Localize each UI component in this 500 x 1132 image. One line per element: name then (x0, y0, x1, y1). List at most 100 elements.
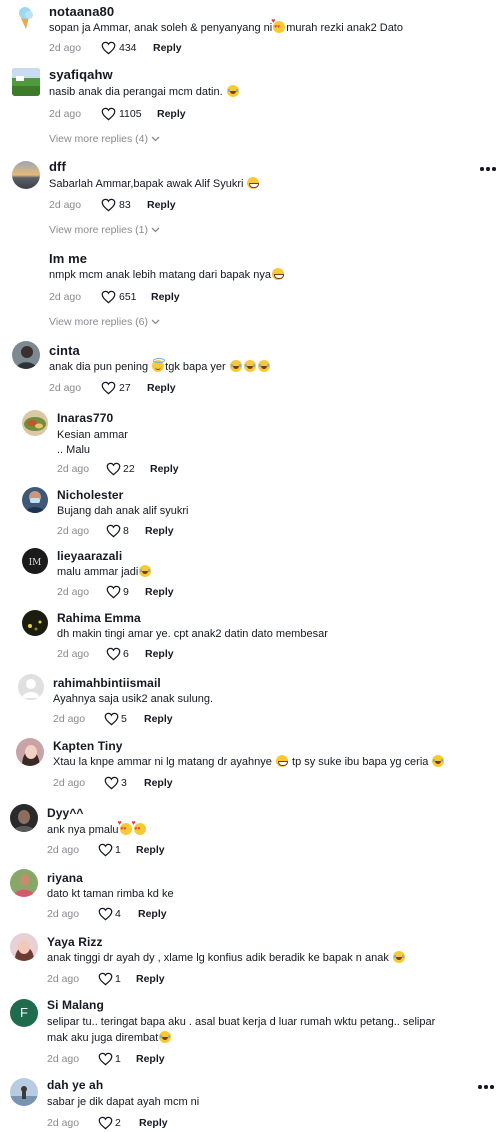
comment-text: dh makin tingi amar ye. cpt anak2 datin … (57, 628, 328, 640)
reply-button[interactable]: Reply (147, 381, 176, 395)
like-count: 1 (115, 844, 121, 856)
comment-username[interactable]: Yaya Rizz (47, 935, 103, 949)
heart-icon[interactable] (101, 381, 116, 395)
comment-username[interactable]: Inaras770 (57, 411, 113, 425)
comment-username[interactable]: riyana (47, 871, 83, 885)
like-count: 2 (115, 1117, 121, 1129)
comment-text: Xtau la knpe ammar ni lg matang dr ayahn… (53, 754, 445, 771)
reply-item: Yaya Rizz anak tinggi dr ayah dy , xlame… (0, 930, 500, 990)
comment-username[interactable]: cinta (49, 343, 80, 358)
reply-item: IM lieyaarazali malu ammar jadi 2d ago 9… (0, 545, 500, 603)
reply-item: riyana dato kt taman rimba kd ke 2d ago … (0, 866, 500, 926)
avatar[interactable] (22, 410, 48, 436)
comment-username[interactable]: lieyaarazali (57, 549, 122, 563)
like-count: 8 (123, 525, 129, 537)
comment-time: 2d ago (47, 908, 80, 920)
heart-icon[interactable] (106, 462, 121, 476)
reply-button[interactable]: Reply (136, 972, 165, 986)
avatar[interactable] (10, 933, 38, 961)
heart-icon[interactable] (101, 198, 116, 212)
comment-username[interactable]: syafiqahw (49, 67, 113, 82)
comment-username[interactable]: Kapten Tiny (53, 739, 123, 753)
comment-username[interactable]: Si Malang (47, 998, 104, 1012)
avatar[interactable] (22, 610, 48, 636)
like-count: 1105 (119, 108, 142, 120)
reply-button[interactable]: Reply (157, 107, 186, 121)
avatar[interactable] (10, 869, 38, 897)
reply-item: Rahima Emma dh makin tingi amar ye. cpt … (0, 607, 500, 665)
reply-button[interactable]: Reply (145, 647, 174, 661)
face-with-tears-of-joy-icon (243, 360, 256, 372)
comment-item: Im me nmpk mcm anak lebih matang dari ba… (0, 246, 500, 336)
heart-icon[interactable] (98, 843, 113, 857)
avatar[interactable] (12, 341, 40, 369)
comment-username[interactable]: dff (49, 159, 66, 174)
comment-text: nmpk mcm anak lebih matang dari bapak ny… (49, 267, 285, 284)
smiling-face-with-hearts-icon (132, 820, 146, 835)
comment-username[interactable]: Nicholester (57, 488, 123, 502)
heart-icon[interactable] (98, 1116, 113, 1130)
heart-icon[interactable] (104, 776, 119, 790)
reply-button[interactable]: Reply (153, 41, 182, 55)
view-more-replies[interactable]: View more replies (4) (49, 133, 160, 145)
avatar[interactable] (12, 4, 40, 32)
comment-username[interactable]: notaana80 (49, 4, 114, 19)
comment-time: 2d ago (53, 777, 86, 789)
like-count: 22 (123, 463, 135, 475)
face-with-tears-of-joy-icon (392, 951, 405, 963)
comment-meta: 2d ago 22 Reply (57, 462, 457, 476)
heart-icon[interactable] (104, 712, 119, 726)
comment-time: 2d ago (53, 713, 86, 725)
reply-button[interactable]: Reply (136, 1052, 165, 1066)
heart-icon[interactable] (106, 647, 121, 661)
reply-button[interactable]: Reply (144, 776, 173, 790)
avatar[interactable] (16, 738, 44, 766)
comment-meta: 2d ago 3 Reply (53, 776, 453, 790)
avatar[interactable]: IM (22, 548, 48, 574)
comment-text-line: selipar tu.. teringat bapa aku . asal bu… (47, 1016, 436, 1028)
comment-text: Ayahnya saja usik2 anak sulung. (53, 693, 214, 705)
reply-button[interactable]: Reply (144, 712, 173, 726)
comment-time: 2d ago (47, 1117, 80, 1129)
heart-icon[interactable] (98, 907, 113, 921)
comment-username[interactable]: rahimahbintiismail (53, 676, 161, 690)
heart-icon[interactable] (106, 585, 121, 599)
heart-icon[interactable] (101, 107, 116, 121)
reply-item: dah ye ah sabar je dik dapat ayah mcm ni… (0, 1074, 500, 1132)
comment-item: notaana80 sopan ja Ammar, anak soleh & p… (0, 0, 500, 60)
avatar[interactable] (12, 161, 40, 189)
comment-time: 2d ago (57, 586, 90, 598)
comment-username[interactable]: Im me (49, 251, 87, 266)
heart-icon[interactable] (101, 41, 116, 55)
comment-username[interactable]: dah ye ah (47, 1078, 103, 1092)
face-with-tears-of-joy-icon (432, 755, 445, 767)
comment-time: 2d ago (49, 108, 82, 120)
reply-button[interactable]: Reply (147, 198, 176, 212)
smiling-face-with-hearts-icon (271, 18, 286, 33)
more-options-icon[interactable] (480, 167, 496, 171)
avatar[interactable] (12, 68, 40, 96)
avatar[interactable] (10, 1078, 38, 1106)
view-more-replies[interactable]: View more replies (1) (49, 224, 160, 236)
reply-button[interactable]: Reply (145, 524, 174, 538)
heart-icon[interactable] (106, 524, 121, 538)
view-more-replies[interactable]: View more replies (6) (49, 316, 160, 328)
comment-username[interactable]: Rahima Emma (57, 611, 141, 625)
reply-button[interactable]: Reply (139, 1116, 168, 1130)
heart-icon[interactable] (98, 972, 113, 986)
avatar[interactable]: F (10, 999, 38, 1027)
comment-text-line: .. Malu (57, 444, 91, 456)
reply-button[interactable]: Reply (151, 290, 180, 304)
heart-icon[interactable] (101, 290, 116, 304)
reply-button[interactable]: Reply (150, 462, 179, 476)
reply-button[interactable]: Reply (138, 907, 167, 921)
reply-button[interactable]: Reply (136, 843, 165, 857)
grinning-sweat-face-icon (271, 268, 284, 280)
avatar[interactable] (10, 804, 38, 832)
avatar[interactable] (22, 487, 48, 513)
more-options-icon[interactable] (478, 1085, 494, 1089)
heart-icon[interactable] (98, 1052, 113, 1066)
reply-button[interactable]: Reply (145, 585, 174, 599)
comment-username[interactable]: Dyy^^ (47, 806, 84, 820)
avatar[interactable] (18, 674, 44, 700)
